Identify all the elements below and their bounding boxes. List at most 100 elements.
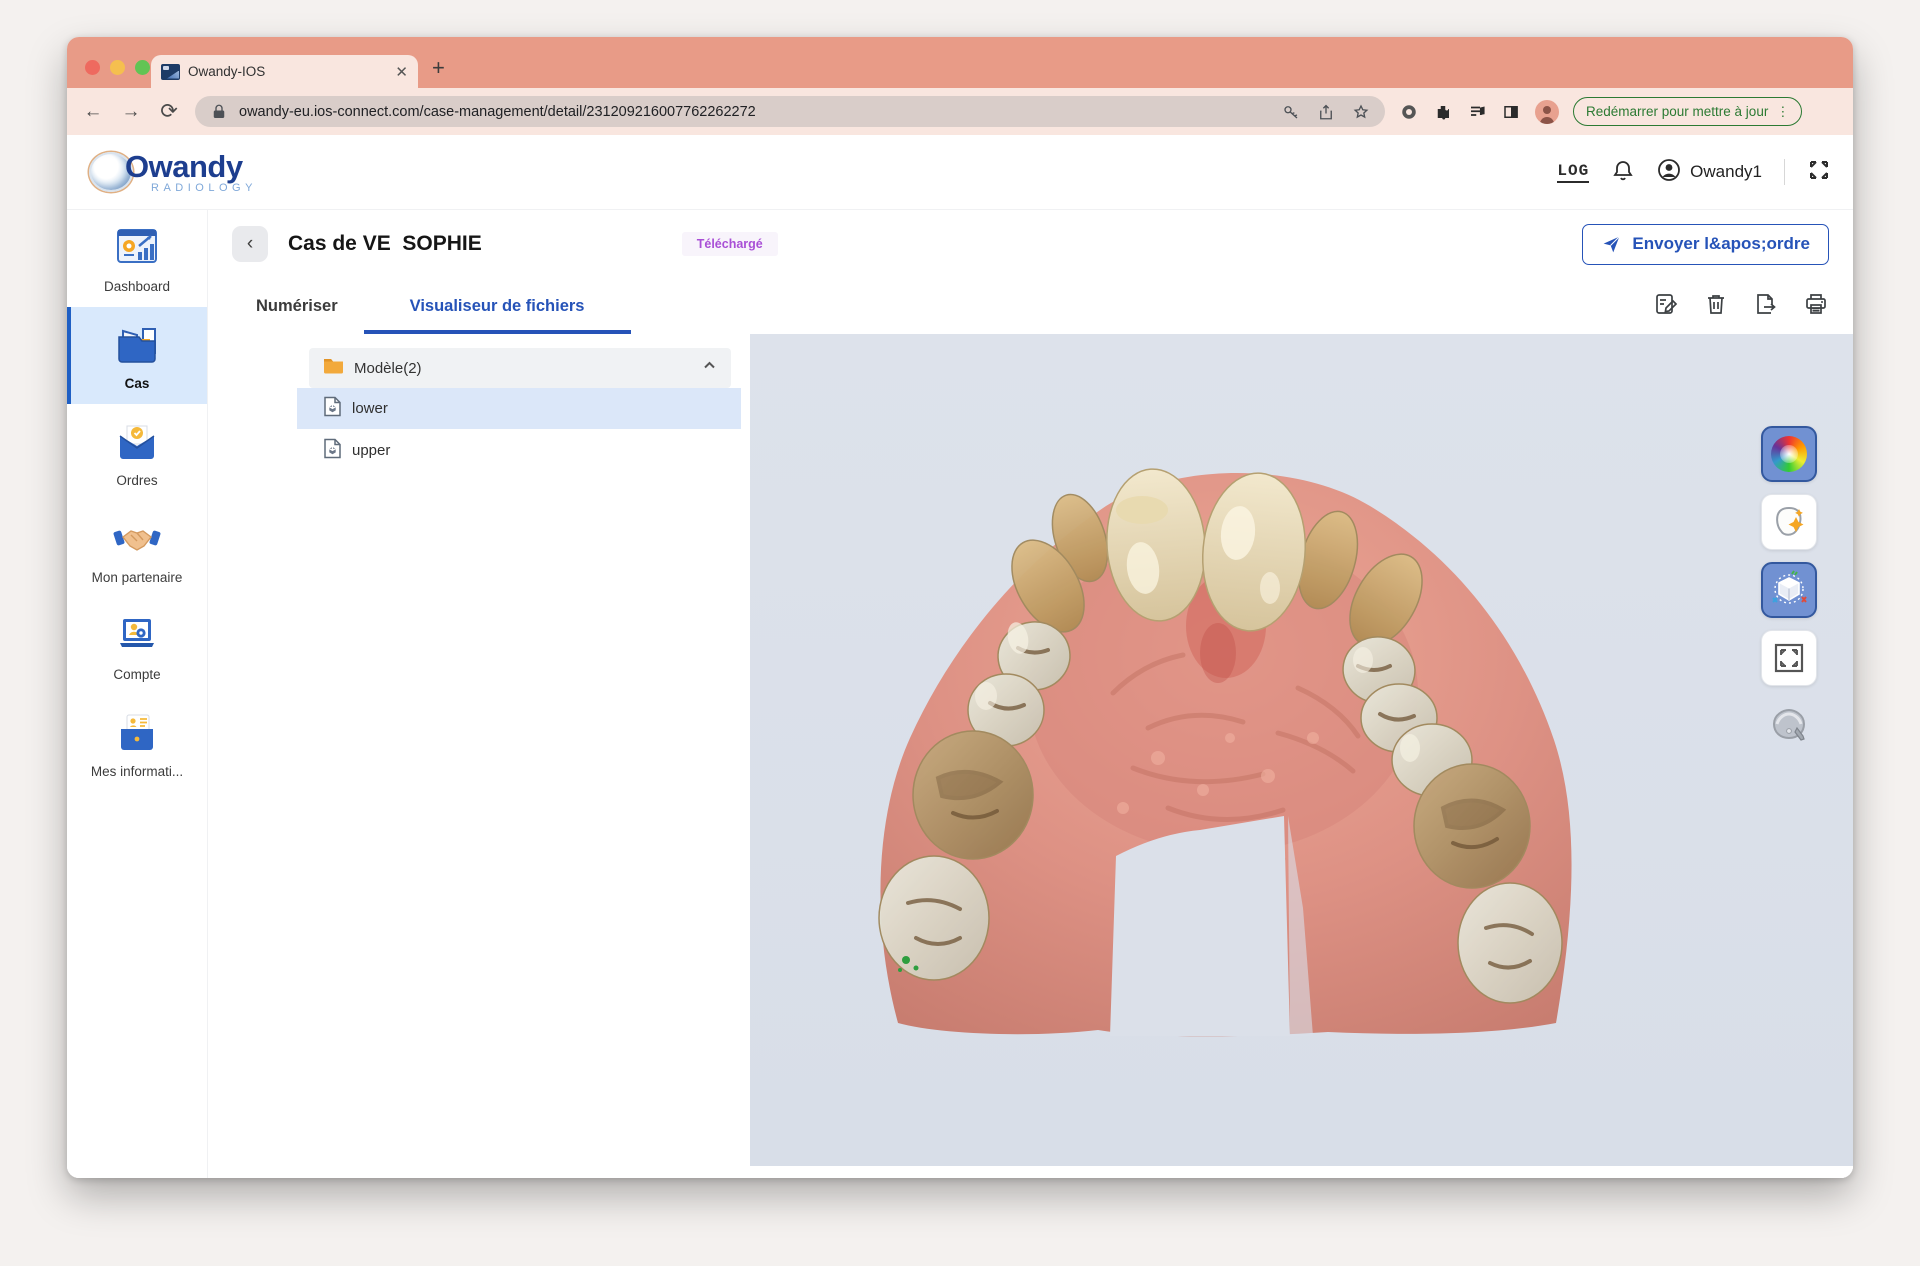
sidebar-item-ordres[interactable]: Ordres xyxy=(67,404,207,501)
send-order-label: Envoyer l&apos;ordre xyxy=(1632,234,1810,254)
tooth-sparkle-icon xyxy=(1770,503,1808,541)
orientation-cube-icon xyxy=(1769,570,1809,610)
lock-icon xyxy=(209,102,229,122)
browser-tab[interactable]: Owandy-IOS ✕ xyxy=(151,55,418,88)
close-window-button[interactable] xyxy=(85,60,100,75)
sidebar-item-label: Compte xyxy=(113,667,160,682)
brand-subtitle: RADIOLOGY xyxy=(151,183,257,194)
model-file-icon xyxy=(323,396,342,422)
file-name: lower xyxy=(352,400,388,417)
sidebar: Dashboard Cas Ordres Mon partenaire xyxy=(67,210,208,1178)
file-row-lower[interactable]: lower xyxy=(297,388,741,429)
browser-toolbar: ← → ⟳ owandy-eu.ios-connect.com/case-man… xyxy=(67,88,1853,135)
page-title: Cas de VE SOPHIE xyxy=(288,232,482,256)
model-file-icon xyxy=(323,438,342,464)
tab-close-icon[interactable]: ✕ xyxy=(395,63,408,81)
color-mode-tool-button[interactable] xyxy=(1761,426,1817,482)
sidebar-item-label: Mes informati... xyxy=(91,764,183,779)
user-menu[interactable]: Owandy1 xyxy=(1657,158,1762,187)
fit-view-tool-button[interactable] xyxy=(1761,630,1817,686)
sidebar-item-label: Dashboard xyxy=(104,279,170,294)
key-icon[interactable] xyxy=(1281,102,1301,122)
tab-numeriser[interactable]: Numériser xyxy=(238,278,356,334)
fit-view-icon xyxy=(1772,641,1806,675)
paper-plane-icon xyxy=(1601,234,1622,255)
tab-title: Owandy-IOS xyxy=(188,64,387,79)
orientation-cube-tool-button[interactable] xyxy=(1761,562,1817,618)
sidebar-item-cas[interactable]: Cas xyxy=(67,307,207,404)
model-viewer-canvas[interactable] xyxy=(750,334,1853,1166)
partner-handshake-icon xyxy=(113,515,161,561)
owandy-app: Owandy RADIOLOGY LOG Owandy1 xyxy=(67,135,1853,1178)
brand-name: Owandy xyxy=(125,151,257,182)
sidebar-item-label: Ordres xyxy=(116,473,157,488)
file-name: upper xyxy=(352,442,390,459)
new-tab-button[interactable]: + xyxy=(432,55,445,81)
print-icon[interactable] xyxy=(1803,291,1829,322)
folder-label: Modèle(2) xyxy=(354,360,692,377)
user-avatar-icon xyxy=(1657,158,1681,187)
browser-profile-avatar[interactable] xyxy=(1535,100,1559,124)
tooth-enhance-tool-button[interactable] xyxy=(1761,494,1817,550)
color-wheel-icon xyxy=(1771,436,1807,472)
sidebar-item-mes-informations[interactable]: Mes informati... xyxy=(67,695,207,792)
url-text: owandy-eu.ios-connect.com/case-managemen… xyxy=(239,104,756,120)
browser-tabstrip: Owandy-IOS ✕ + xyxy=(67,37,1853,88)
model-folder-row[interactable]: Modèle(2) xyxy=(309,348,731,388)
sidebar-item-compte[interactable]: Compte xyxy=(67,598,207,695)
back-button[interactable]: ‹ xyxy=(232,226,268,262)
account-laptop-icon xyxy=(113,612,161,658)
export-file-icon[interactable] xyxy=(1753,291,1779,322)
case-folder-icon xyxy=(113,321,161,367)
share-icon[interactable] xyxy=(1316,102,1336,122)
chevron-up-icon[interactable] xyxy=(702,358,717,378)
sidebar-item-label: Cas xyxy=(125,376,150,391)
window-controls xyxy=(85,60,150,75)
my-info-folder-icon xyxy=(113,709,161,755)
delete-trash-icon[interactable] xyxy=(1703,291,1729,322)
folder-icon xyxy=(323,357,344,379)
content-row: Modèle(2) lower xyxy=(208,334,1853,1178)
sidepanel-extension-icon[interactable] xyxy=(1501,102,1521,122)
star-icon[interactable] xyxy=(1351,102,1371,122)
send-order-button[interactable]: Envoyer l&apos;ordre xyxy=(1582,224,1829,265)
sidebar-item-mon-partenaire[interactable]: Mon partenaire xyxy=(67,501,207,598)
tab-visualiseur-de-fichiers[interactable]: Visualiseur de fichiers xyxy=(392,278,603,334)
dashboard-chart-icon xyxy=(113,224,161,270)
notification-bell-icon[interactable] xyxy=(1611,158,1635,187)
case-title-row: ‹ Cas de VE SOPHIE Téléchargé Envoyer l&… xyxy=(208,210,1853,278)
globe-extension-icon[interactable] xyxy=(1399,102,1419,122)
status-badge: Téléchargé xyxy=(682,232,778,256)
header-divider xyxy=(1784,159,1785,185)
sidebar-item-dashboard[interactable]: Dashboard xyxy=(67,210,207,307)
back-nav-icon[interactable]: ← xyxy=(81,101,105,123)
fullscreen-icon[interactable] xyxy=(1807,158,1831,187)
view-tabs: Numériser Visualiseur de fichiers xyxy=(208,278,1853,334)
username: Owandy1 xyxy=(1690,162,1762,182)
orders-envelope-icon xyxy=(113,418,161,464)
update-button-label: Redémarrer pour mettre à jour xyxy=(1586,104,1768,119)
url-bar[interactable]: owandy-eu.ios-connect.com/case-managemen… xyxy=(195,96,1385,127)
log-button[interactable]: LOG xyxy=(1557,162,1589,183)
minimize-window-button[interactable] xyxy=(110,60,125,75)
browser-window: Owandy-IOS ✕ + ← → ⟳ owandy-eu.ios-conne… xyxy=(67,37,1853,1178)
app-header: Owandy RADIOLOGY LOG Owandy1 xyxy=(67,135,1853,210)
playlist-extension-icon[interactable] xyxy=(1467,102,1487,122)
edit-note-icon[interactable] xyxy=(1653,291,1679,322)
tab-favicon-icon xyxy=(161,64,180,80)
update-menu-dots-icon[interactable]: ⋮ xyxy=(1776,104,1789,120)
file-panel: Modèle(2) lower xyxy=(297,334,741,1178)
forward-nav-icon[interactable]: → xyxy=(119,101,143,123)
viewer-toolbar xyxy=(1761,426,1817,754)
file-row-upper[interactable]: upper xyxy=(297,430,741,471)
sidebar-item-label: Mon partenaire xyxy=(92,570,183,585)
browser-update-button[interactable]: Redémarrer pour mettre à jour ⋮ xyxy=(1573,97,1802,126)
margin-line-pen-icon xyxy=(1768,706,1810,746)
main-content: ‹ Cas de VE SOPHIE Téléchargé Envoyer l&… xyxy=(208,210,1853,1178)
owandy-logo: Owandy RADIOLOGY xyxy=(89,151,257,194)
margin-line-tool-button[interactable] xyxy=(1761,698,1817,754)
zoom-window-button[interactable] xyxy=(135,60,150,75)
puzzle-extension-icon[interactable] xyxy=(1433,102,1453,122)
dental-model-3d[interactable] xyxy=(858,438,1598,1038)
reload-icon[interactable]: ⟳ xyxy=(157,99,181,124)
